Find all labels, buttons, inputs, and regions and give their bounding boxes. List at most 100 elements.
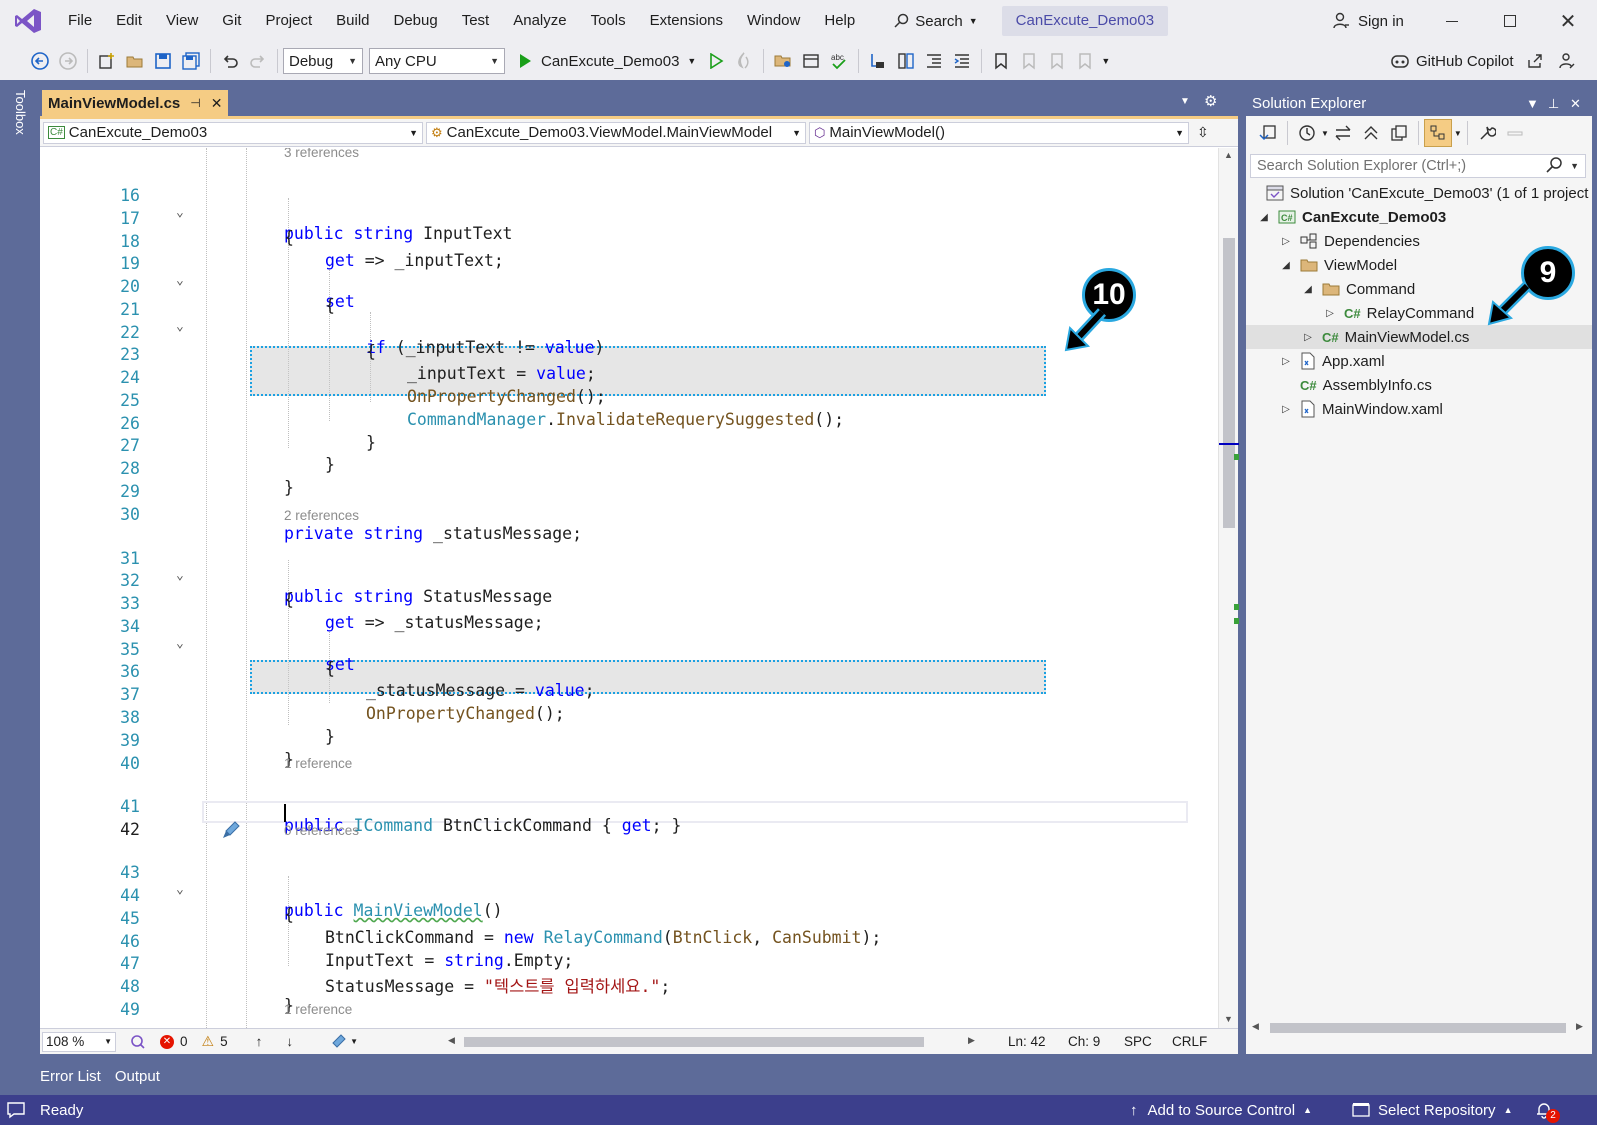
- menu-window[interactable]: Window: [735, 0, 812, 42]
- indent-icon[interactable]: [948, 47, 976, 75]
- window-layout-icon[interactable]: [797, 47, 825, 75]
- close-icon[interactable]: ✕: [1570, 92, 1581, 116]
- menu-edit[interactable]: Edit: [104, 0, 154, 42]
- collapse-all-icon[interactable]: [1357, 119, 1385, 147]
- notifications-button[interactable]: 2: [1534, 1095, 1560, 1125]
- outdent-icon[interactable]: [920, 47, 948, 75]
- previous-issue-icon[interactable]: ↑: [256, 1034, 263, 1049]
- scroll-left-icon[interactable]: ◀: [1252, 1021, 1259, 1032]
- browse-icon[interactable]: [769, 47, 797, 75]
- expanded-icon[interactable]: ◢: [1258, 212, 1270, 223]
- collapsed-icon[interactable]: ▷: [1324, 308, 1336, 319]
- collapsed-icon[interactable]: ▷: [1280, 404, 1292, 415]
- tree-item-mainwindow-xaml[interactable]: ▷ MainWindow.xaml: [1246, 397, 1592, 421]
- sign-in-button[interactable]: Sign in: [1332, 0, 1404, 42]
- codelens-references[interactable]: 0 references: [284, 823, 359, 838]
- close-tab-icon[interactable]: ✕: [211, 95, 223, 112]
- clear-bookmarks-icon[interactable]: [1071, 47, 1099, 75]
- compare-icon[interactable]: [892, 47, 920, 75]
- tree-item-app-xaml[interactable]: ▷ App.xaml: [1246, 349, 1592, 373]
- menu-git[interactable]: Git: [210, 0, 253, 42]
- zoom-select[interactable]: 108 % ▼: [42, 1031, 116, 1052]
- scroll-down-icon[interactable]: ▼: [1224, 1014, 1233, 1024]
- project-dropdown[interactable]: C# CanExcute_Demo03 ▼: [43, 121, 423, 144]
- bookmark-icon[interactable]: [987, 47, 1015, 75]
- solution-configuration-select[interactable]: Debug ▼: [283, 48, 363, 74]
- collapsed-icon[interactable]: ▷: [1280, 356, 1292, 367]
- whitespace-indicator[interactable]: SPC: [1124, 1034, 1152, 1049]
- line-ending-indicator[interactable]: CRLF: [1172, 1034, 1207, 1049]
- minimize-button[interactable]: [1424, 0, 1480, 42]
- menu-view[interactable]: View: [154, 0, 210, 42]
- start-debugging-button[interactable]: CanExcute_Demo03 ▼: [517, 53, 696, 70]
- chevron-down-icon[interactable]: ▼: [1321, 129, 1329, 138]
- open-file-icon[interactable]: [121, 47, 149, 75]
- hot-reload-icon[interactable]: [730, 47, 758, 75]
- tree-item-assemblyinfo[interactable]: C# AssemblyInfo.cs: [1246, 373, 1592, 397]
- redo-icon[interactable]: [244, 47, 272, 75]
- split-window-icon[interactable]: ⇳: [1197, 124, 1209, 141]
- feedback-icon[interactable]: [1558, 52, 1576, 70]
- menu-help[interactable]: Help: [812, 0, 867, 42]
- pending-changes-icon[interactable]: [1293, 119, 1321, 147]
- menu-analyze[interactable]: Analyze: [501, 0, 578, 42]
- preview-icon[interactable]: [1501, 119, 1529, 147]
- global-search-button[interactable]: Search ▼: [883, 6, 987, 36]
- collapsed-icon[interactable]: ▷: [1302, 332, 1314, 343]
- codelens-references[interactable]: 1 reference: [284, 1002, 352, 1017]
- menu-tools[interactable]: Tools: [579, 0, 638, 42]
- menu-project[interactable]: Project: [253, 0, 324, 42]
- tree-item-solution[interactable]: Solution 'CanExcute_Demo03' (1 of 1 proj…: [1246, 181, 1592, 205]
- chevron-down-icon[interactable]: ▼: [1454, 129, 1462, 138]
- show-all-files-icon[interactable]: [1385, 119, 1413, 147]
- menu-extensions[interactable]: Extensions: [638, 0, 735, 42]
- scroll-left-icon[interactable]: ◀: [448, 1035, 455, 1046]
- maximize-button[interactable]: [1482, 0, 1538, 42]
- next-bookmark-icon[interactable]: [1043, 47, 1071, 75]
- gear-icon[interactable]: ⚙: [1204, 92, 1217, 110]
- properties-wrench-icon[interactable]: [1473, 119, 1501, 147]
- tab-output[interactable]: Output: [115, 1068, 160, 1085]
- horizontal-scrollbar[interactable]: ◀ ▶: [448, 1035, 975, 1048]
- save-all-icon[interactable]: [177, 47, 205, 75]
- save-icon[interactable]: [149, 47, 177, 75]
- vertical-scrollbar[interactable]: ▲ ▼: [1218, 148, 1239, 1028]
- tab-mainviewmodel[interactable]: MainViewModel.cs ⊣ ✕: [42, 90, 229, 116]
- next-issue-icon[interactable]: ↓: [286, 1034, 293, 1049]
- scrollbar-thumb[interactable]: [1223, 238, 1235, 528]
- toolbar-overflow-icon[interactable]: ▼: [1101, 56, 1110, 66]
- menu-debug[interactable]: Debug: [382, 0, 450, 42]
- scroll-up-icon[interactable]: ▲: [1224, 150, 1233, 160]
- type-dropdown[interactable]: ⚙ CanExcute_Demo03.ViewModel.MainViewMode…: [426, 121, 806, 144]
- preview-selected-items-icon[interactable]: [1423, 119, 1452, 147]
- share-icon[interactable]: [1526, 52, 1544, 70]
- switch-views-icon[interactable]: [1254, 119, 1282, 147]
- github-copilot-button[interactable]: GitHub Copilot: [1390, 42, 1576, 80]
- expanded-icon[interactable]: ◢: [1280, 260, 1292, 271]
- scrollbar-thumb[interactable]: [464, 1037, 924, 1047]
- menu-file[interactable]: File: [56, 0, 104, 42]
- undo-icon[interactable]: [216, 47, 244, 75]
- scroll-right-icon[interactable]: ▶: [968, 1035, 975, 1046]
- tab-list-dropdown-icon[interactable]: ▼: [1180, 96, 1190, 107]
- tab-error-list[interactable]: Error List: [40, 1068, 101, 1085]
- horizontal-scrollbar[interactable]: ◀ ▶: [1252, 1021, 1586, 1034]
- member-dropdown[interactable]: ⬡ MainViewModel() ▼: [809, 121, 1189, 144]
- errors-indicator[interactable]: ✕ 0: [160, 1034, 188, 1049]
- start-without-debugging-icon[interactable]: [702, 47, 730, 75]
- expanded-icon[interactable]: ◢: [1302, 284, 1314, 295]
- step-into-icon[interactable]: [864, 47, 892, 75]
- pin-icon[interactable]: ⊥: [1548, 92, 1559, 116]
- code-text-area[interactable]: 3 references 16 ⌄ public string InputTex…: [40, 148, 1218, 1028]
- collapsed-icon[interactable]: ▷: [1280, 236, 1292, 247]
- select-repository-button[interactable]: Select Repository ▲: [1352, 1095, 1512, 1125]
- navigate-back-icon[interactable]: [26, 47, 54, 75]
- close-window-button[interactable]: ✕: [1540, 0, 1596, 42]
- menu-build[interactable]: Build: [324, 0, 381, 42]
- toolbox-tab[interactable]: Toolbox: [8, 90, 32, 150]
- search-options-dropdown[interactable]: ▼: [1570, 155, 1579, 177]
- scrollbar-thumb[interactable]: [1270, 1023, 1566, 1033]
- line-indicator[interactable]: Ln: 42: [1008, 1034, 1046, 1049]
- codelens-references[interactable]: 2 references: [284, 508, 359, 523]
- previous-bookmark-icon[interactable]: [1015, 47, 1043, 75]
